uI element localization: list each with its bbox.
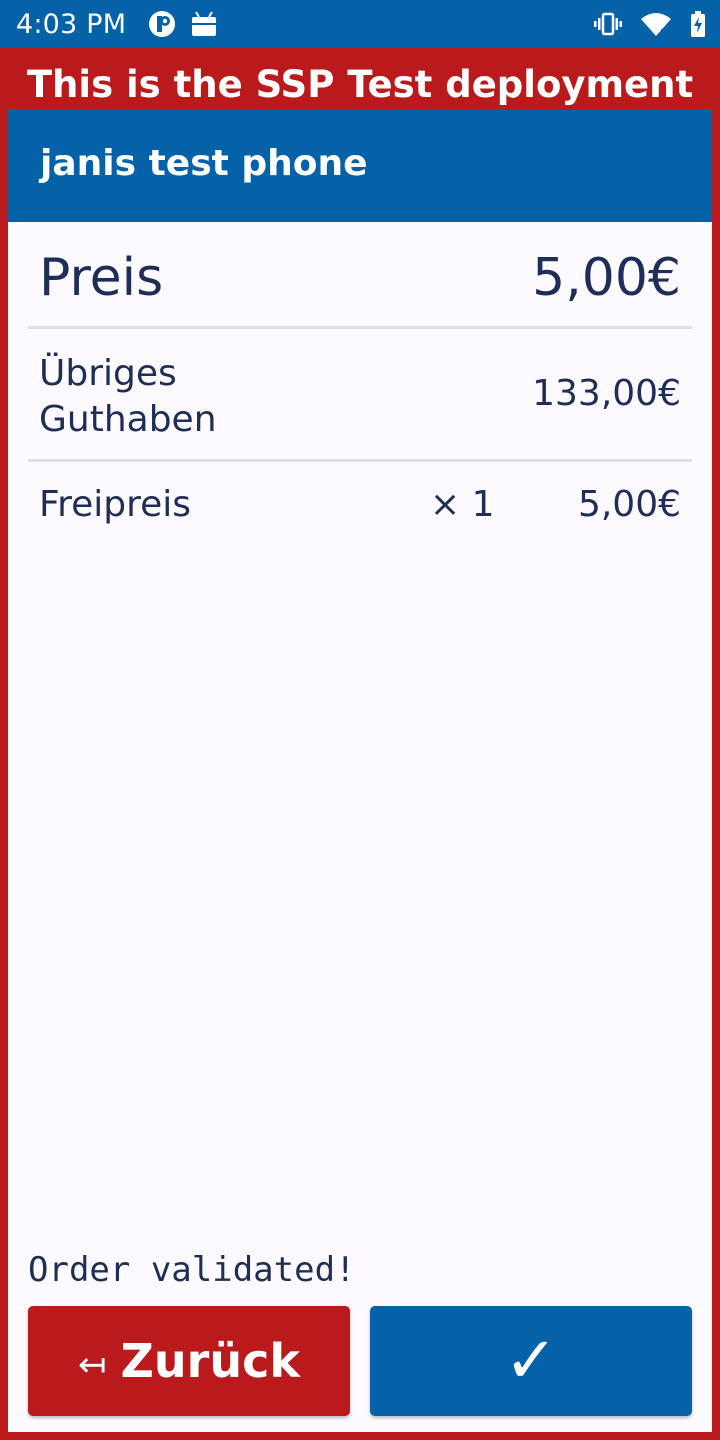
back-button-label: Zurück [120, 1334, 300, 1388]
back-arrow-icon: ↤ [78, 1345, 107, 1385]
status-right-icons: 5 [594, 11, 706, 37]
item-quantity: × 1 [430, 484, 495, 525]
status-time: 4:03 PM [16, 8, 127, 40]
battery-charging-icon [690, 11, 706, 37]
balance-row: Übriges Guthaben 133,00€ [28, 329, 692, 462]
order-content: Preis 5,00€ Übriges Guthaben 133,00€ Fre… [8, 222, 712, 1432]
price-value: 5,00€ [532, 248, 681, 308]
status-message: Order validated! [28, 1250, 356, 1290]
device-title: janis test phone [40, 142, 368, 184]
item-name: Freipreis [39, 484, 192, 525]
balance-value: 133,00€ [532, 373, 681, 414]
vibrate-icon [594, 12, 622, 36]
android-debug-icon [190, 10, 218, 38]
svg-text:5: 5 [660, 28, 666, 37]
deployment-banner: This is the SSP Test deployment [26, 63, 694, 106]
item-price: 5,00€ [577, 484, 681, 525]
confirm-button[interactable]: ✓ [370, 1306, 692, 1416]
app-notification-icon [148, 10, 176, 38]
status-bar: 4:03 PM 5 [0, 0, 720, 48]
price-row: Preis 5,00€ [28, 222, 692, 329]
header: janis test phone [8, 110, 712, 222]
wifi-icon: 5 [640, 11, 672, 37]
status-left-icons [148, 10, 218, 38]
list-item: Freipreis × 1 5,00€ [28, 462, 692, 552]
balance-label: Übriges Guthaben [39, 353, 217, 440]
back-button[interactable]: ↤ Zurück [28, 1306, 350, 1416]
checkmark-icon: ✓ [504, 1324, 558, 1398]
price-label: Preis [39, 248, 164, 308]
